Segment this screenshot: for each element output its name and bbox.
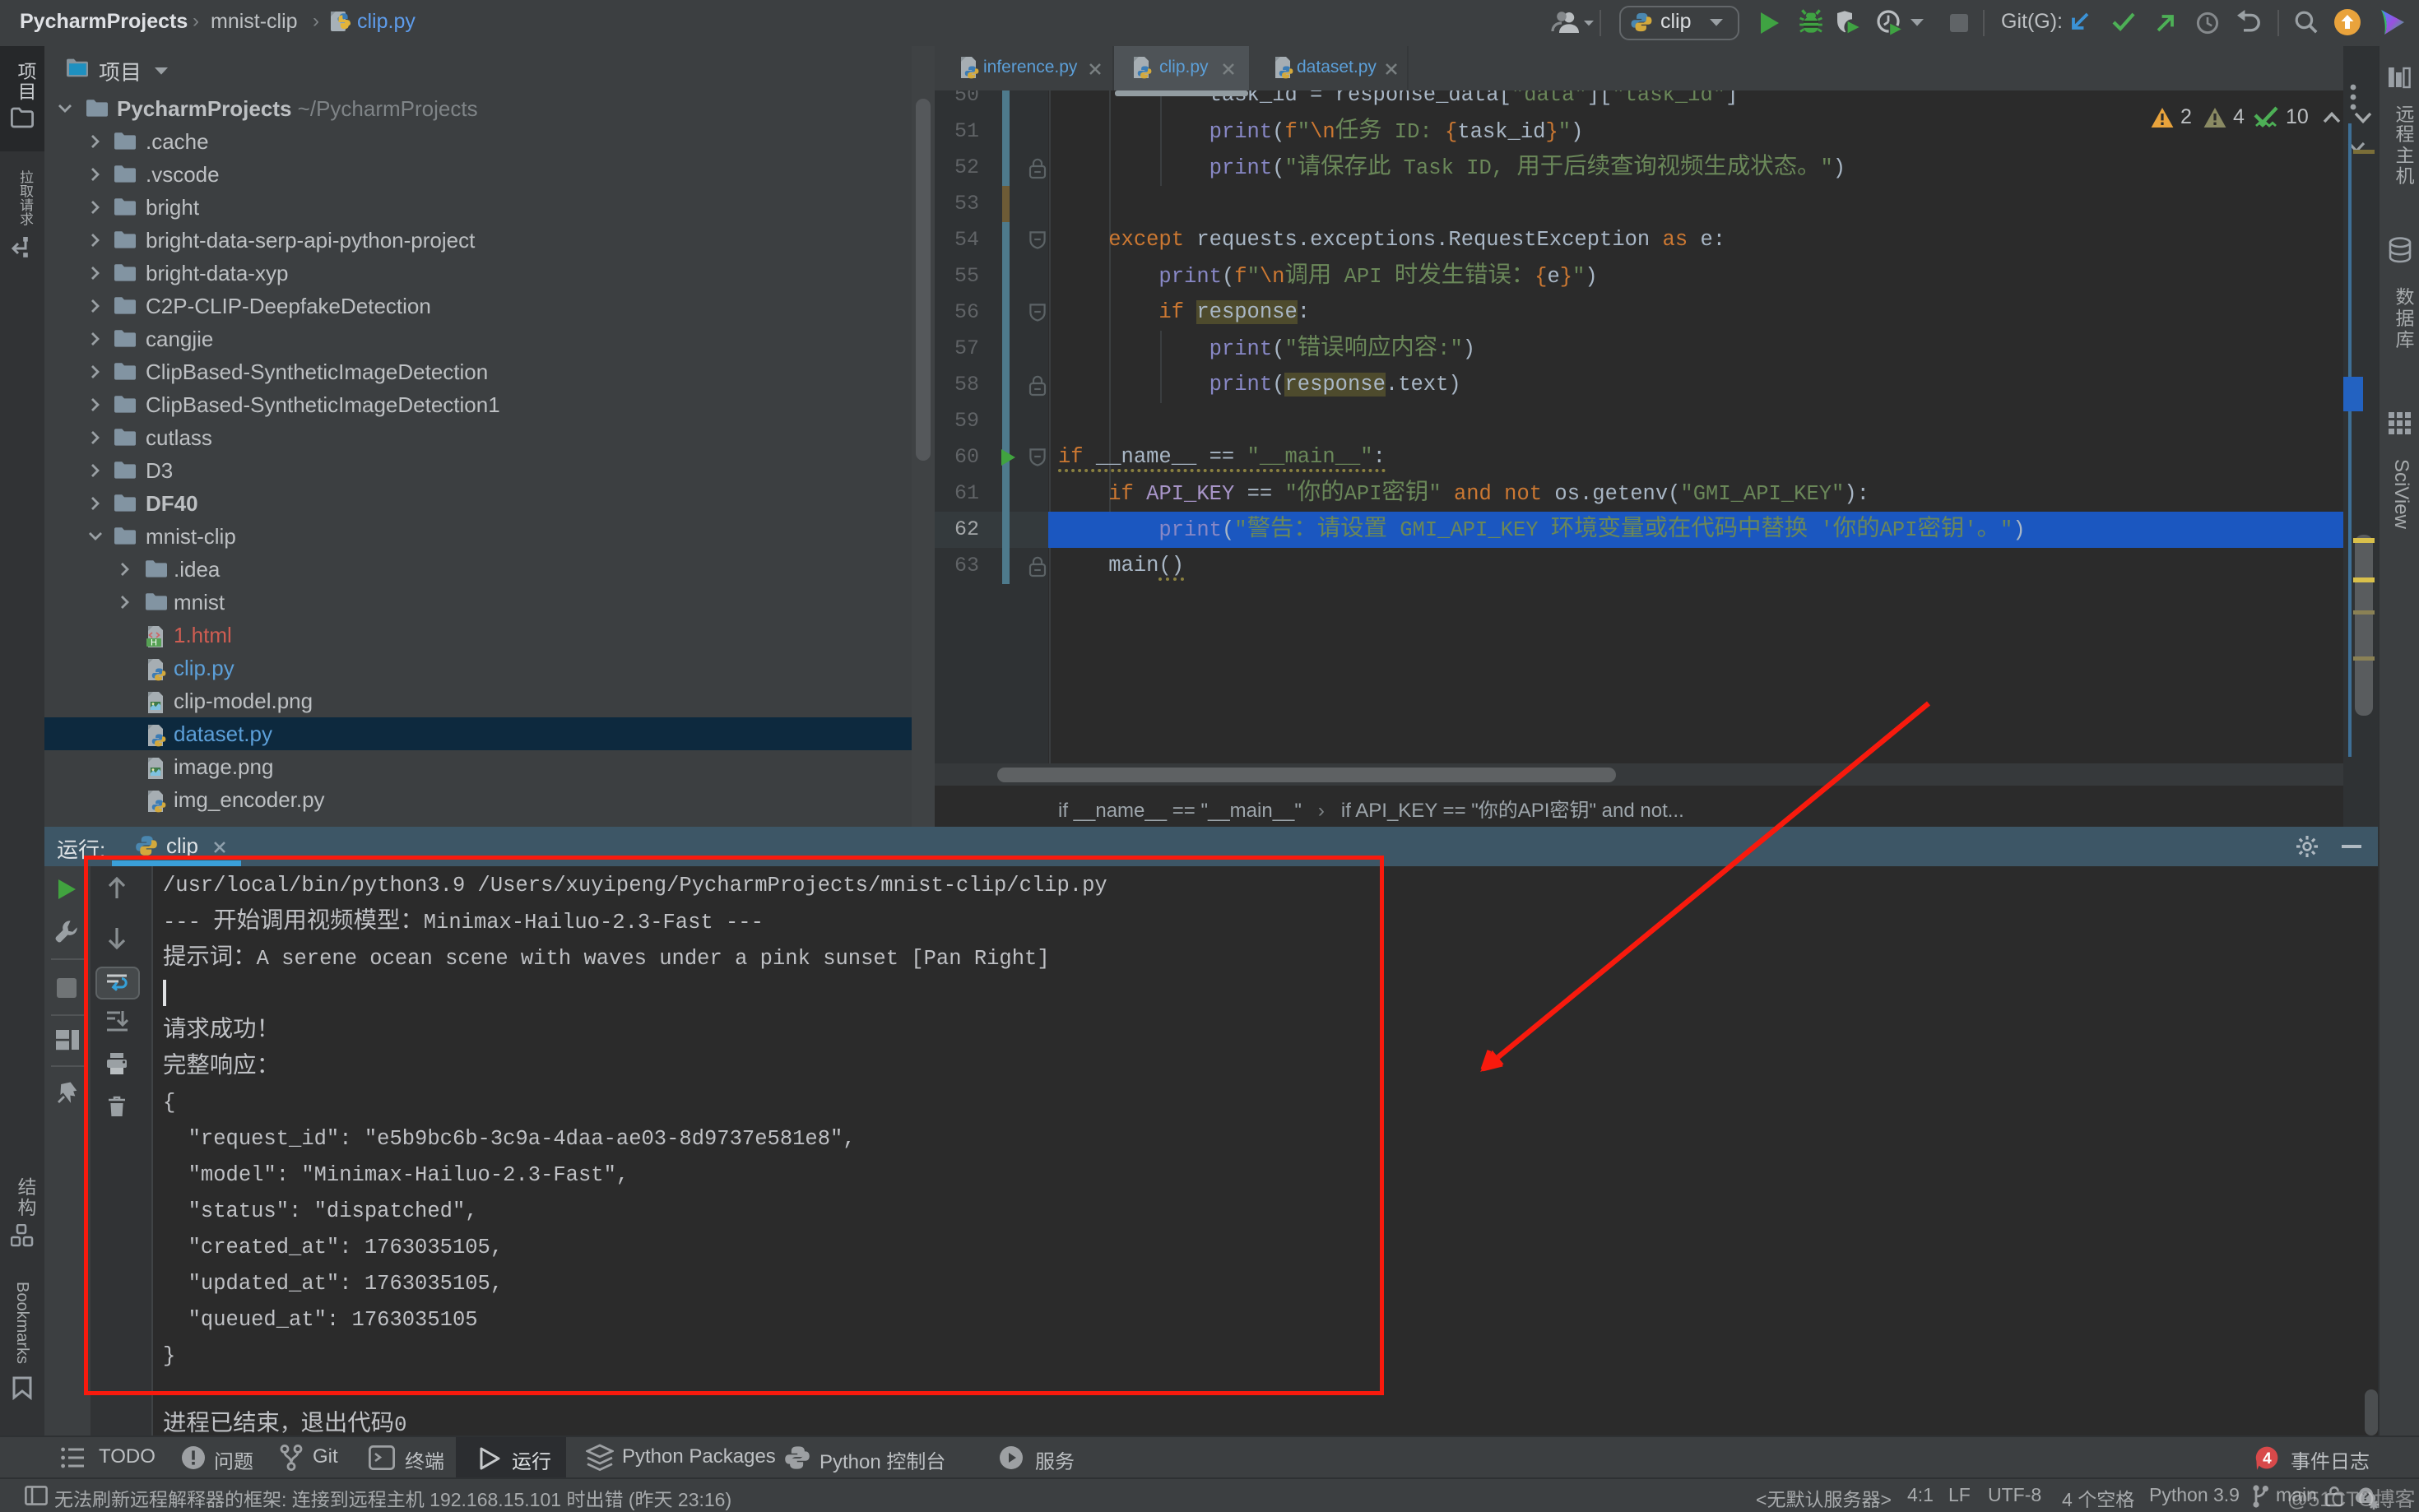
- svg-text:H: H: [151, 638, 157, 648]
- svg-text:4: 4: [2263, 1450, 2272, 1468]
